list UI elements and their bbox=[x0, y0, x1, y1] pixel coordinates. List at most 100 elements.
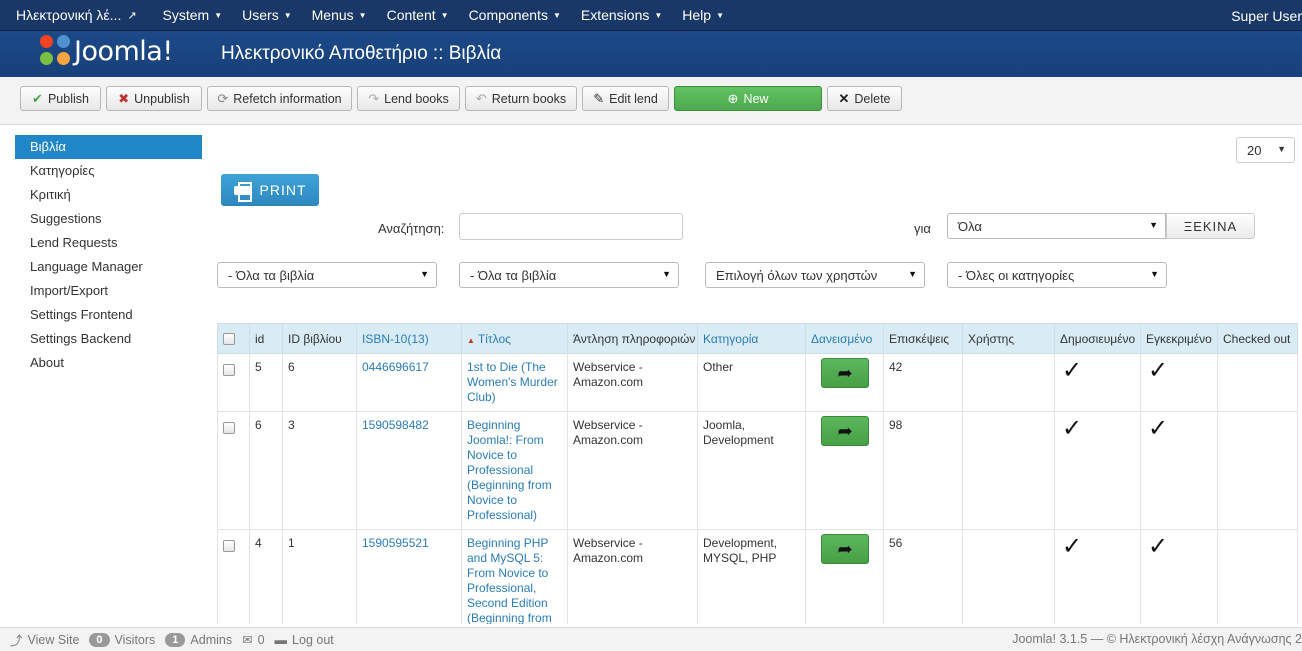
cell-title[interactable]: Beginning Joomla!: From Novice to Profes… bbox=[461, 411, 568, 530]
row-checkbox[interactable] bbox=[223, 540, 235, 552]
caret-down-icon: ▼ bbox=[1150, 269, 1159, 279]
sidebar-item-categories[interactable]: Κατηγορίες bbox=[15, 159, 202, 183]
cell-user bbox=[962, 353, 1055, 412]
col-hits: Επισκέψεις bbox=[883, 323, 963, 354]
menu-menus[interactable]: Menus ▼ bbox=[302, 0, 377, 31]
logo-text: Joomla! bbox=[74, 35, 173, 67]
cell-title[interactable]: Beginning PHP and MySQL 5: From Novice t… bbox=[461, 529, 568, 624]
new-button[interactable]: ⊕ New bbox=[674, 86, 822, 111]
refresh-icon: ⟳ bbox=[217, 90, 229, 106]
main-menu: System ▼ Users ▼ Menus ▼ Content ▼ Component… bbox=[153, 0, 734, 31]
sidebar-item-suggestions[interactable]: Suggestions bbox=[15, 207, 202, 231]
search-for-label: για bbox=[914, 221, 931, 236]
sidebar-item-language-manager[interactable]: Language Manager bbox=[15, 255, 202, 279]
menu-content[interactable]: Content ▼ bbox=[377, 0, 459, 31]
footer-copyright: Joomla! 3.1.5 — © Ηλεκτρονική λέσχη Ανάγ… bbox=[1012, 632, 1302, 646]
sidebar-item-import-export[interactable]: Import/Export bbox=[15, 279, 202, 303]
messages-status[interactable]: ✉ 0 bbox=[242, 632, 264, 648]
refetch-button[interactable]: ⟳ Refetch information bbox=[207, 86, 352, 111]
visitors-status: 0 Visitors bbox=[89, 632, 155, 647]
menu-system[interactable]: System ▼ bbox=[153, 0, 233, 31]
search-go-button[interactable]: ΞΕΚΙΝΑ bbox=[1166, 213, 1255, 239]
lend-book-button[interactable]: ➦ bbox=[821, 416, 869, 446]
col-published: Δημοσιευμένο bbox=[1054, 323, 1141, 354]
cell-isbn[interactable]: 1590595521 bbox=[356, 529, 462, 624]
sidebar-item-settings-backend[interactable]: Settings Backend bbox=[15, 327, 202, 351]
approved-check-icon[interactable]: ✓ bbox=[1146, 357, 1168, 384]
sidebar-item-about[interactable]: About bbox=[15, 351, 202, 375]
user-menu[interactable]: Super User bbox=[1231, 0, 1302, 31]
sidebar-item-books[interactable]: Βιβλία bbox=[15, 135, 202, 159]
edit-lend-button[interactable]: ✎ Edit lend bbox=[582, 86, 669, 111]
cell-hits: 98 bbox=[883, 411, 963, 530]
view-site-link[interactable]: ⤴ View Site bbox=[10, 630, 79, 649]
caret-down-icon: ▼ bbox=[1149, 220, 1158, 230]
col-id[interactable]: id bbox=[249, 323, 283, 354]
lend-books-button[interactable]: ↷ Lend books bbox=[357, 86, 460, 111]
filter-books-select-1[interactable]: - Όλα τα βιβλία ▼ bbox=[217, 262, 437, 288]
select-all-checkbox[interactable] bbox=[223, 333, 235, 345]
edit-icon: ✎ bbox=[593, 90, 605, 106]
row-checkbox[interactable] bbox=[223, 364, 235, 376]
site-label: Ηλεκτρονική λέ... bbox=[16, 7, 122, 23]
cell-isbn[interactable]: 1590598482 bbox=[356, 411, 462, 530]
joomla-logo-icon bbox=[40, 35, 72, 67]
menu-help[interactable]: Help ▼ bbox=[672, 0, 734, 31]
col-book-id[interactable]: ID βιβλίου bbox=[282, 323, 357, 354]
caret-down-icon: ▼ bbox=[420, 269, 429, 279]
cell-title[interactable]: 1st to Die (The Women's Murder Club) bbox=[461, 353, 568, 412]
filter-categories-select[interactable]: - Όλες οι κατηγορίες ▼ bbox=[947, 262, 1167, 288]
approved-check-icon[interactable]: ✓ bbox=[1146, 415, 1168, 442]
search-field-select[interactable]: Όλα ▼ bbox=[947, 213, 1166, 239]
caret-down-icon: ▼ bbox=[1277, 144, 1286, 154]
cell-id: 4 bbox=[249, 529, 283, 624]
published-check-icon[interactable]: ✓ bbox=[1060, 415, 1082, 442]
menu-users[interactable]: Users ▼ bbox=[232, 0, 301, 31]
envelope-icon: ✉ bbox=[242, 633, 253, 647]
col-lent[interactable]: Δανεισμένο bbox=[805, 323, 884, 354]
publish-button[interactable]: ✔ Publish bbox=[20, 86, 101, 111]
row-checkbox[interactable] bbox=[223, 422, 235, 434]
caret-down-icon: ▼ bbox=[283, 10, 292, 20]
cell-book-id: 6 bbox=[282, 353, 357, 412]
col-title[interactable]: ▲ Τίτλος bbox=[461, 323, 568, 354]
list-limit-select[interactable]: 20 ▼ bbox=[1236, 137, 1295, 163]
search-input[interactable] bbox=[459, 213, 683, 240]
menu-components[interactable]: Components ▼ bbox=[459, 0, 571, 31]
published-check-icon[interactable]: ✓ bbox=[1060, 357, 1082, 384]
cell-source: Webservice - Amazon.com bbox=[567, 529, 698, 624]
print-button[interactable]: PRINT bbox=[221, 174, 319, 206]
cell-book-id: 1 bbox=[282, 529, 357, 624]
lend-book-button[interactable]: ➦ bbox=[821, 534, 869, 564]
cell-source: Webservice - Amazon.com bbox=[567, 411, 698, 530]
cell-id: 6 bbox=[249, 411, 283, 530]
lend-icon: ↷ bbox=[368, 90, 380, 106]
unpublish-button[interactable]: ✖ Unpublish bbox=[106, 86, 202, 111]
filter-books-select-2[interactable]: - Όλα τα βιβλία ▼ bbox=[459, 262, 679, 288]
approved-check-icon[interactable]: ✓ bbox=[1146, 533, 1168, 560]
logout-link[interactable]: ▬ Log out bbox=[275, 633, 334, 647]
cell-checked-out bbox=[1217, 411, 1298, 530]
cell-isbn[interactable]: 0446696617 bbox=[356, 353, 462, 412]
lend-book-button[interactable]: ➦ bbox=[821, 358, 869, 388]
return-books-button[interactable]: ↶ Return books bbox=[465, 86, 577, 111]
col-isbn[interactable]: ISBN-10(13) bbox=[356, 323, 462, 354]
filter-users-select[interactable]: Επιλογή όλων των χρηστών ▼ bbox=[705, 262, 925, 288]
table-header-row: id ID βιβλίου ISBN-10(13) ▲ Τίτλος Άντλησ… bbox=[217, 323, 1298, 354]
col-category[interactable]: Κατηγορία bbox=[697, 323, 806, 354]
select-all-cell bbox=[217, 323, 250, 354]
check-icon: ✔ bbox=[32, 90, 43, 106]
published-check-icon[interactable]: ✓ bbox=[1060, 533, 1082, 560]
joomla-logo[interactable]: Joomla! bbox=[40, 35, 173, 67]
site-link[interactable]: Ηλεκτρονική λέ... ↗ bbox=[0, 0, 147, 31]
sidebar-item-settings-frontend[interactable]: Settings Frontend bbox=[15, 303, 202, 327]
cell-source: Webservice - Amazon.com bbox=[567, 353, 698, 412]
return-icon: ↶ bbox=[475, 90, 487, 106]
visitors-badge: 0 bbox=[89, 632, 110, 647]
col-approved: Εγκεκριμένο bbox=[1140, 323, 1218, 354]
search-label: Αναζήτηση: bbox=[378, 221, 445, 236]
sidebar-item-reviews[interactable]: Κριτική bbox=[15, 183, 202, 207]
delete-button[interactable]: ✕ Delete bbox=[827, 86, 902, 111]
sidebar-item-lend-requests[interactable]: Lend Requests bbox=[15, 231, 202, 255]
menu-extensions[interactable]: Extensions ▼ bbox=[571, 0, 672, 31]
